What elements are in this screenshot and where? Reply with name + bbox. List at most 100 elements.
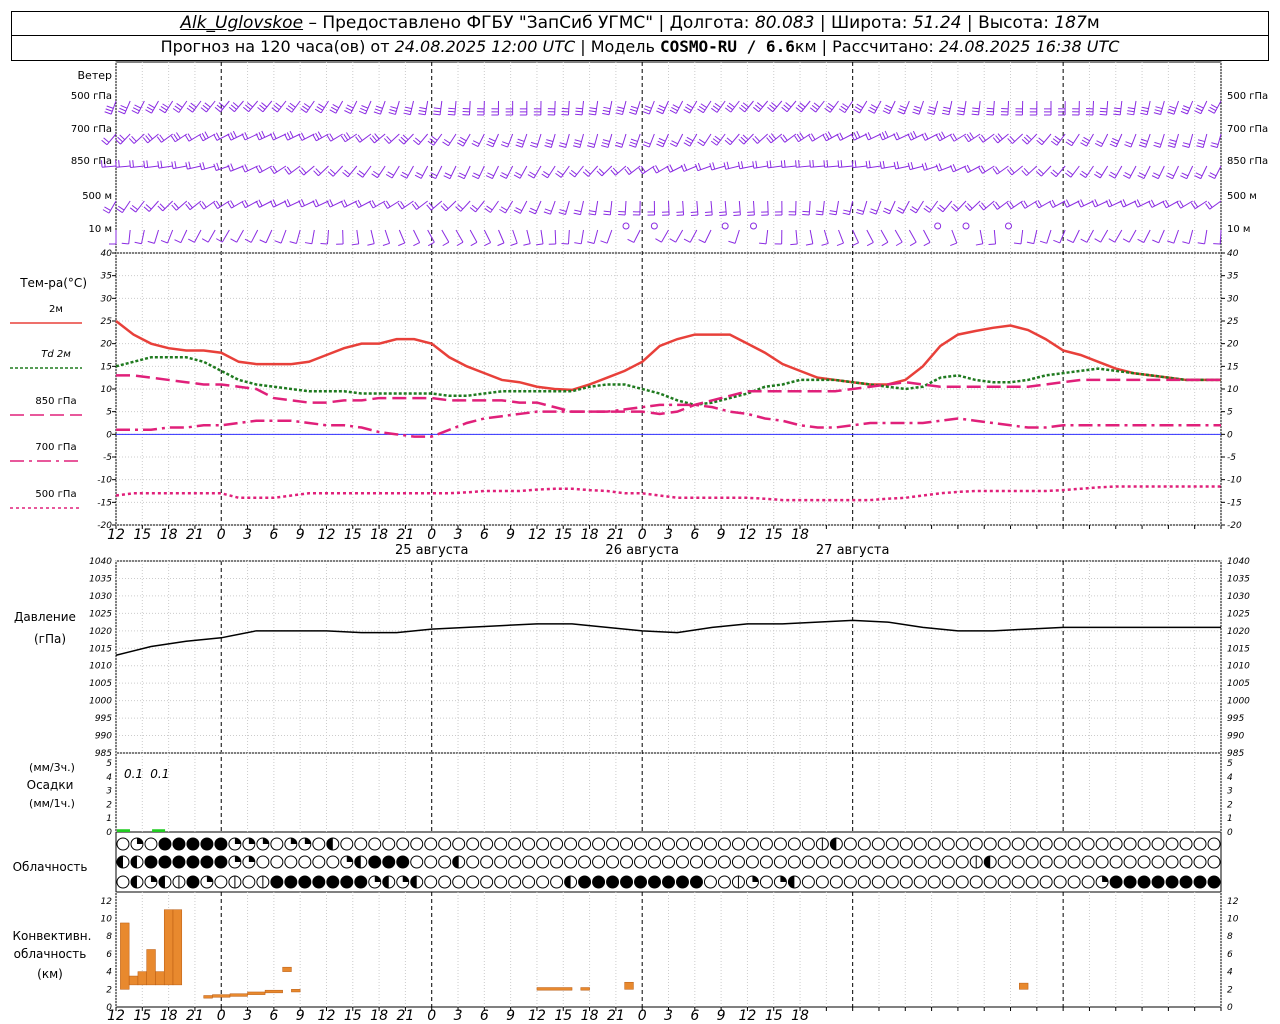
cloud-symbol bbox=[172, 837, 186, 851]
cloud-symbol bbox=[438, 855, 452, 869]
wind-barb-shaft bbox=[116, 165, 131, 168]
cloud-quarter bbox=[780, 876, 787, 882]
wind-barb-feather bbox=[284, 168, 290, 175]
wind-barb-feather bbox=[473, 172, 480, 177]
cloud-symbol bbox=[578, 875, 592, 889]
temp-y-tick-label-right: 5 bbox=[1227, 408, 1233, 418]
cloud-symbol bbox=[242, 875, 256, 889]
wind-barb-feather bbox=[575, 107, 583, 110]
wind-barb bbox=[1180, 100, 1194, 115]
wind-barb-feather bbox=[740, 161, 744, 169]
wind-barb-feather bbox=[371, 200, 377, 207]
wind-barb bbox=[656, 100, 669, 115]
wind-barb-feather bbox=[458, 139, 466, 144]
pressure-y-tick-label-right: 995 bbox=[1227, 714, 1244, 724]
wind-barb-shaft bbox=[174, 133, 188, 143]
conv-y-tick-label-right: 4 bbox=[1227, 968, 1233, 978]
wind-barb-shaft bbox=[594, 200, 599, 215]
wind-barb-feather bbox=[824, 107, 831, 113]
wind-barb-shaft bbox=[384, 229, 391, 244]
wind-barb-shaft bbox=[162, 200, 174, 212]
wind-barb bbox=[988, 229, 997, 246]
wind-barb-feather bbox=[1209, 106, 1217, 112]
cloud-symbol bbox=[200, 837, 214, 851]
wind-barb bbox=[738, 100, 754, 113]
wind-barb-feather bbox=[728, 102, 735, 108]
wind-barb-feather bbox=[1153, 112, 1161, 115]
wind-barb bbox=[356, 165, 372, 178]
wind-barb-shaft bbox=[424, 100, 429, 115]
wind-barb-feather bbox=[573, 212, 581, 216]
pressure-y-tick-label-right: 1010 bbox=[1227, 662, 1250, 672]
wind-barb bbox=[397, 200, 414, 210]
wind-barb-shaft bbox=[441, 229, 450, 243]
wind-barb bbox=[255, 164, 273, 174]
cloud-symbol bbox=[144, 875, 158, 889]
cloud-circle bbox=[340, 875, 354, 889]
x-tick-label: 15 bbox=[344, 527, 362, 543]
wind-barb bbox=[855, 200, 868, 215]
wind-barb-shaft bbox=[1106, 100, 1109, 115]
wind-barb bbox=[171, 161, 187, 170]
wind-barb bbox=[574, 229, 584, 245]
conv-y-tick-label-right: 12 bbox=[1227, 897, 1239, 907]
wind-barb bbox=[484, 200, 499, 213]
pressure-y-tick-label-right: 985 bbox=[1227, 749, 1244, 759]
wind-barb-feather bbox=[413, 242, 420, 247]
wind-barb-feather bbox=[172, 108, 180, 113]
pressure-y-tick-label: 1010 bbox=[89, 662, 112, 672]
wind-barb-feather bbox=[312, 134, 317, 142]
precip-y-tick-label: 3 bbox=[106, 787, 112, 797]
cloud-symbol bbox=[606, 875, 620, 889]
wind-barb-feather bbox=[459, 136, 467, 142]
wind-barb-shaft bbox=[1188, 229, 1194, 244]
cloud-circle bbox=[717, 837, 731, 851]
wind-barb-feather bbox=[972, 107, 980, 110]
wind-level-label: 500 м bbox=[82, 191, 112, 202]
wind-barb bbox=[908, 229, 917, 247]
wind-barb-feather bbox=[145, 204, 152, 210]
wind-barb bbox=[456, 133, 471, 147]
wind-barb bbox=[413, 229, 421, 247]
cloud-symbol bbox=[284, 837, 298, 851]
wind-barb-shaft bbox=[265, 229, 273, 243]
wind-barb-feather bbox=[881, 132, 886, 139]
wind-barb-feather bbox=[726, 161, 730, 169]
cloud-circle bbox=[1011, 875, 1025, 889]
x-tick-label: 12 bbox=[528, 527, 546, 543]
cloud-symbol bbox=[298, 837, 312, 851]
wind-barb-shaft bbox=[601, 165, 613, 177]
cloud-symbol bbox=[326, 855, 340, 869]
wind-barb-feather bbox=[759, 242, 767, 245]
wind-barb-feather bbox=[344, 169, 351, 175]
wind-barb bbox=[143, 200, 159, 212]
wind-barb bbox=[510, 229, 518, 246]
wind-barb-feather bbox=[354, 201, 360, 208]
wind-barb-shaft bbox=[675, 133, 684, 147]
wind-barb-feather bbox=[966, 164, 971, 172]
cloud-symbol bbox=[913, 875, 927, 889]
wind-barb bbox=[157, 200, 174, 212]
cloud-circle bbox=[410, 855, 424, 869]
wind-barb-shaft bbox=[362, 165, 372, 178]
cloud-circle bbox=[410, 837, 424, 851]
wind-barb-feather bbox=[160, 160, 163, 168]
wind-barb-shaft bbox=[881, 165, 896, 169]
wind-barb-shaft bbox=[108, 200, 117, 214]
wind-barb bbox=[780, 133, 797, 143]
precip-unit-3h: (мм/3ч.) bbox=[29, 761, 75, 774]
wind-barb-feather bbox=[1153, 172, 1160, 177]
wind-barb-shaft bbox=[880, 229, 889, 243]
wind-barb-feather bbox=[574, 139, 582, 143]
cloud-circle bbox=[689, 875, 703, 889]
cloud-symbol bbox=[606, 855, 620, 869]
cloud-symbol bbox=[773, 855, 787, 869]
precip-value-label: 0.1 bbox=[124, 767, 143, 781]
temp-y-tick-label-right: -20 bbox=[1227, 521, 1242, 531]
wind-barb-shaft bbox=[435, 165, 443, 179]
wind-barb-feather bbox=[1007, 169, 1013, 176]
wind-barb bbox=[1034, 200, 1052, 209]
wind-barb bbox=[184, 133, 202, 142]
wind-barb-feather bbox=[241, 201, 246, 208]
wind-barb bbox=[1194, 165, 1208, 180]
